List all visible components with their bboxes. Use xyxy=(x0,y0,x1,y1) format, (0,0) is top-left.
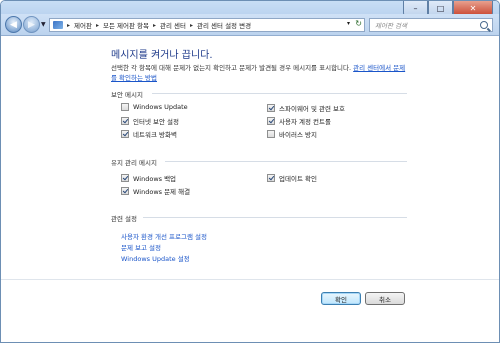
breadcrumb-change-settings[interactable]: 관리 센터 설정 변경 xyxy=(197,20,251,30)
breadcrumb-separator[interactable]: ▸ xyxy=(153,22,156,29)
back-button[interactable]: ◀ xyxy=(5,16,22,33)
checkbox[interactable] xyxy=(121,103,129,111)
footer-divider xyxy=(1,279,499,280)
breadcrumb-separator[interactable]: ▸ xyxy=(96,22,99,29)
checkbox[interactable] xyxy=(121,130,129,138)
checkbox[interactable] xyxy=(267,104,275,112)
checkbox[interactable] xyxy=(121,174,129,182)
divider xyxy=(143,217,407,218)
security-messages-heading: 보안 메시지 xyxy=(111,91,143,99)
maintenance-messages-heading: 유지 관리 메시지 xyxy=(111,159,157,167)
checkbox[interactable] xyxy=(121,117,129,125)
control-panel-icon xyxy=(53,21,63,29)
checkbox-label: 스파이웨어 및 관련 보호 xyxy=(279,105,345,113)
checkbox-label: 사용자 계정 컨트롤 xyxy=(279,118,331,126)
description-text: 선택한 각 항목에 대해 문제가 없는지 확인하고 문제가 발견될 경우 메시지… xyxy=(111,64,352,72)
checkbox-label: 인터넷 보안 설정 xyxy=(133,118,179,126)
checkbox-label: 바이러스 방지 xyxy=(279,131,317,139)
breadcrumb-action-center[interactable]: 관리 센터 xyxy=(160,20,186,30)
refresh-icon[interactable]: ↻ xyxy=(355,19,362,28)
search-icon[interactable] xyxy=(480,21,488,29)
checkbox[interactable] xyxy=(121,187,129,195)
divider xyxy=(152,93,407,94)
checkbox-label: Windows 백업 xyxy=(133,175,177,183)
cancel-button[interactable]: 취소 xyxy=(365,292,405,305)
checkbox-user-account-control[interactable]: 사용자 계정 컨트롤 xyxy=(267,116,331,126)
checkbox-virus-protection[interactable]: 바이러스 방지 xyxy=(267,129,317,139)
search-box[interactable]: 제어판 검색 xyxy=(369,18,493,32)
checkbox-windows-troubleshooting[interactable]: Windows 문제 해결 xyxy=(121,186,190,196)
divider xyxy=(165,161,407,162)
checkbox-check-for-updates[interactable]: 업데이트 확인 xyxy=(267,173,317,183)
forward-arrow-icon: ▶ xyxy=(28,19,35,30)
checkbox-label: 네트워크 방화벽 xyxy=(133,131,177,139)
checkbox[interactable] xyxy=(267,117,275,125)
address-bar[interactable]: ▸ 제어판 ▸ 모든 제어판 항목 ▸ 관리 센터 ▸ 관리 센터 설정 변경 … xyxy=(49,18,365,32)
page-description: 선택한 각 항목에 대해 문제가 없는지 확인하고 문제가 발견될 경우 메시지… xyxy=(111,63,411,83)
control-panel-window: – □ ✕ ◀ ▶ ▼ ▸ 제어판 ▸ 모든 제어판 항목 ▸ 관리 센터 ▸ … xyxy=(0,0,500,343)
main-content: 메시지를 켜거나 끕니다. 선택한 각 항목에 대해 문제가 없는지 확인하고 … xyxy=(1,37,499,342)
checkbox[interactable] xyxy=(267,174,275,182)
related-settings-heading: 관련 설정 xyxy=(111,215,137,223)
forward-button[interactable]: ▶ xyxy=(23,16,40,33)
link-problem-reporting-settings[interactable]: 문제 보고 설정 xyxy=(121,242,161,252)
recent-pages-dropdown[interactable]: ▼ xyxy=(41,21,46,28)
checkbox-windows-update[interactable]: Windows Update xyxy=(121,103,188,111)
checkbox-internet-security[interactable]: 인터넷 보안 설정 xyxy=(121,116,179,126)
back-arrow-icon: ◀ xyxy=(10,19,17,30)
address-dropdown-icon[interactable]: ▾ xyxy=(347,20,350,27)
checkbox-label: Windows Update xyxy=(133,103,188,111)
checkbox[interactable] xyxy=(267,130,275,138)
breadcrumb-separator[interactable]: ▸ xyxy=(67,22,70,29)
checkbox-spyware-protection[interactable]: 스파이웨어 및 관련 보호 xyxy=(267,103,345,113)
link-ceip-settings[interactable]: 사용자 환경 개선 프로그램 설정 xyxy=(121,231,207,241)
link-windows-update-settings[interactable]: Windows Update 설정 xyxy=(121,253,190,263)
checkbox-windows-backup[interactable]: Windows 백업 xyxy=(121,173,176,183)
page-title: 메시지를 켜거나 끕니다. xyxy=(111,50,213,61)
breadcrumb-separator[interactable]: ▸ xyxy=(190,22,193,29)
checkbox-network-firewall[interactable]: 네트워크 방화벽 xyxy=(121,129,177,139)
ok-button[interactable]: 확인 xyxy=(321,292,361,305)
breadcrumb-all-items[interactable]: 모든 제어판 항목 xyxy=(103,20,149,30)
checkbox-label: 업데이트 확인 xyxy=(279,175,317,183)
checkbox-label: Windows 문제 해결 xyxy=(133,188,191,196)
search-input[interactable]: 제어판 검색 xyxy=(370,20,480,30)
breadcrumb-control-panel[interactable]: 제어판 xyxy=(74,20,92,30)
navigation-bar: ◀ ▶ ▼ ▸ 제어판 ▸ 모든 제어판 항목 ▸ 관리 센터 ▸ 관리 센터 … xyxy=(1,14,499,36)
